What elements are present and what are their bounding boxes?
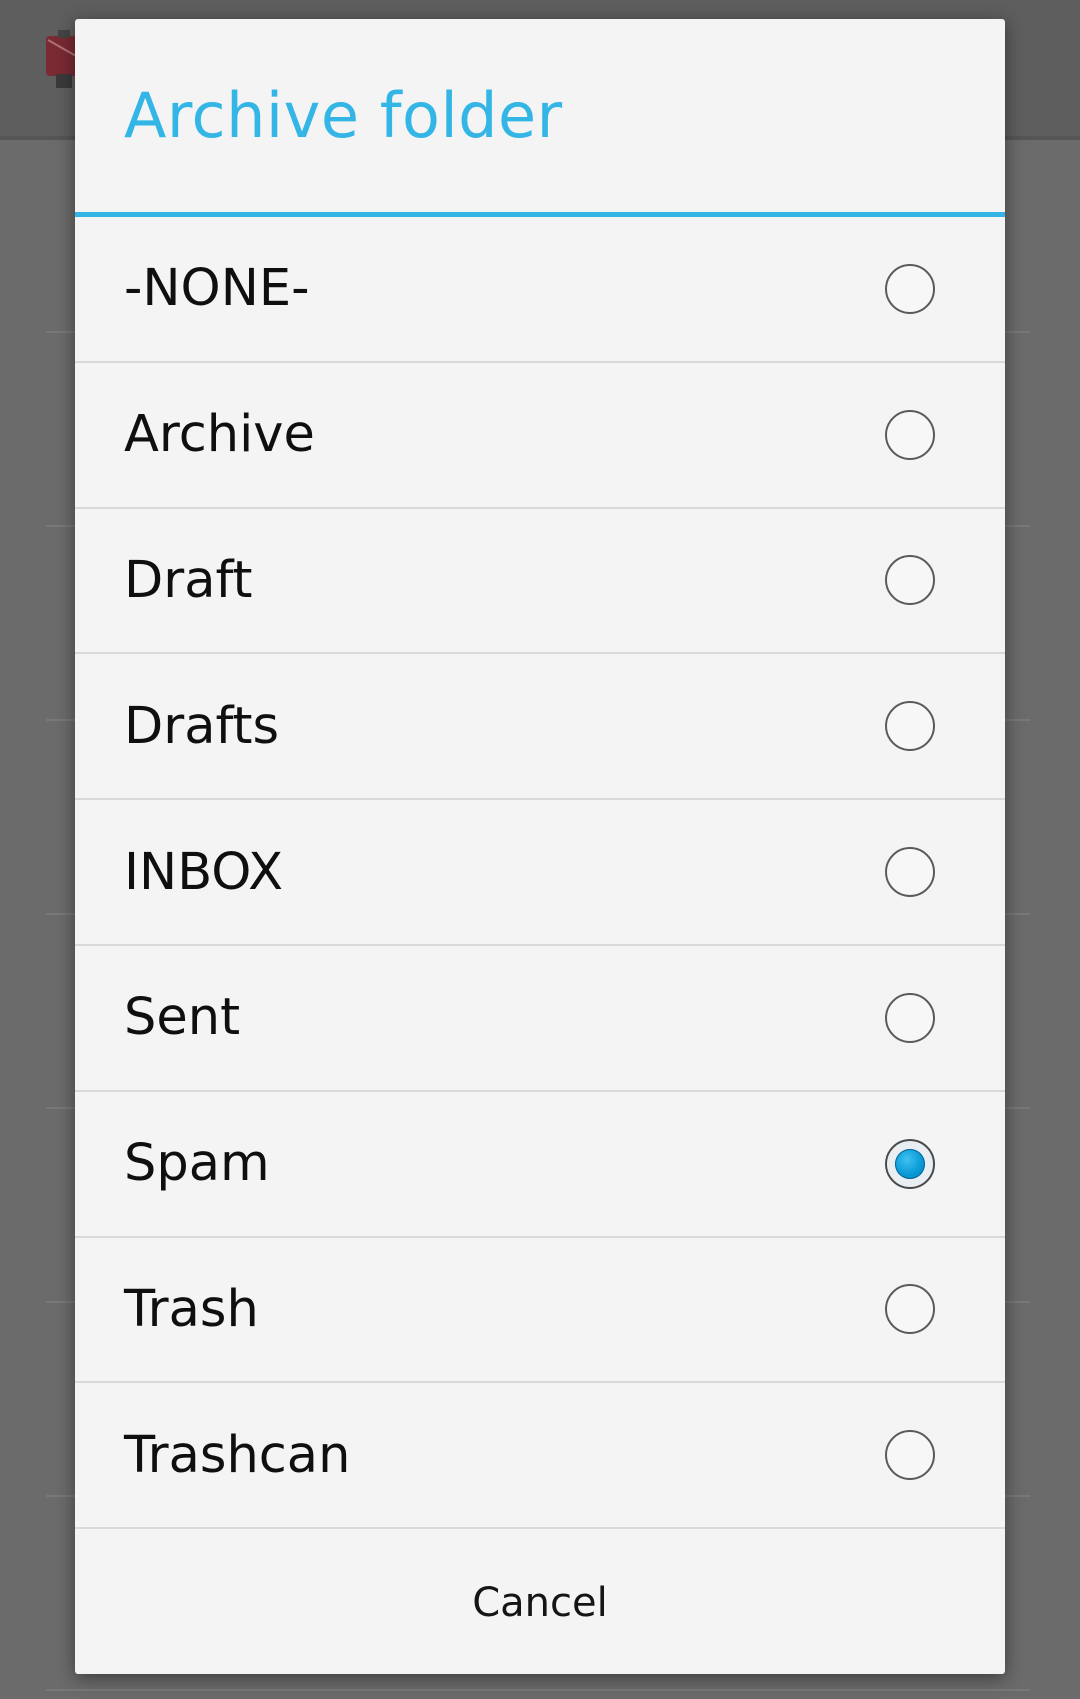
radio-button[interactable] (885, 847, 935, 898)
radio-button[interactable] (885, 1430, 935, 1481)
folder-option-trashcan[interactable]: Trashcan (75, 1383, 1005, 1530)
folder-option-label: Sent (124, 988, 241, 1048)
radio-button[interactable] (885, 701, 935, 752)
folder-option-sent[interactable]: Sent (75, 946, 1005, 1092)
folder-option-label: -NONE- (124, 259, 310, 319)
folder-option-label: Archive (124, 405, 315, 465)
folder-option-none[interactable]: -NONE- (75, 217, 1005, 363)
folder-option-drafts[interactable]: Drafts (75, 654, 1005, 801)
folder-option-label: Drafts (124, 696, 280, 756)
folder-option-label: Spam (124, 1134, 270, 1194)
folder-option-trash[interactable]: Trash (75, 1238, 1005, 1384)
folder-option-draft[interactable]: Draft (75, 509, 1005, 655)
folder-option-inbox[interactable]: INBOX (75, 800, 1005, 946)
radio-button[interactable] (885, 263, 935, 314)
dialog-title: Archive folder (124, 79, 563, 152)
folder-option-spam[interactable]: Spam (75, 1092, 1005, 1238)
cancel-button-label: Cancel (472, 1580, 608, 1626)
background-divider (46, 1689, 1030, 1691)
radio-button[interactable] (885, 1284, 935, 1335)
folder-option-label: Trashcan (124, 1425, 351, 1485)
folder-option-label: Trash (124, 1279, 259, 1339)
folder-option-list: -NONE- Archive Draft Drafts INBOX Sent S… (75, 217, 1005, 1530)
cancel-button[interactable]: Cancel (75, 1532, 1005, 1674)
folder-option-label: INBOX (124, 842, 284, 902)
radio-button[interactable] (885, 409, 935, 460)
folder-option-archive[interactable]: Archive (75, 363, 1005, 509)
radio-button-selected[interactable] (885, 1138, 935, 1189)
archive-folder-dialog: Archive folder -NONE- Archive Draft Draf… (75, 19, 1005, 1674)
folder-option-label: Draft (124, 550, 253, 610)
dialog-title-bar: Archive folder (75, 19, 1005, 217)
radio-button[interactable] (885, 992, 935, 1043)
radio-button[interactable] (885, 555, 935, 606)
